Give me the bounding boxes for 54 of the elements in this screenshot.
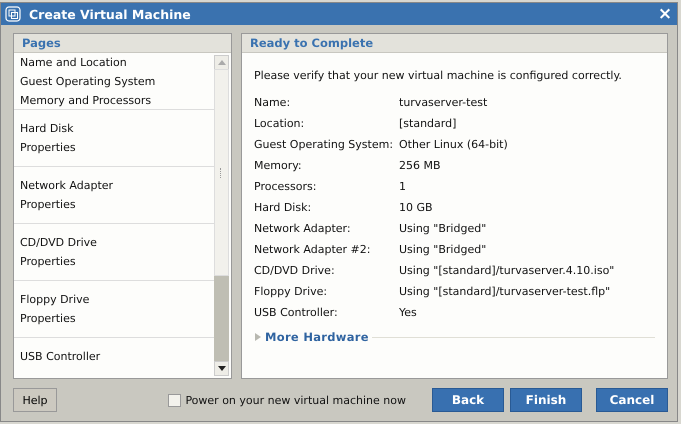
collapsed-triangle-icon	[254, 333, 262, 341]
field-label: Guest Operating System:	[254, 137, 394, 153]
dialog-button[interactable]: Back	[432, 388, 504, 412]
page-item[interactable]: Properties	[20, 252, 214, 271]
field-value: Using "[standard]/turvaserver-test.flp"	[399, 284, 612, 300]
field-label: Network Adapter:	[254, 221, 352, 237]
page-item[interactable]: Name and Location	[20, 53, 214, 72]
field-value: turvaserver-test	[399, 95, 488, 111]
dialog-button[interactable]: Finish	[510, 388, 582, 412]
checkbox-label: Power on your new virtual machine now	[185, 394, 406, 406]
scroll-thumb[interactable]	[214, 69, 229, 276]
field-value: 256 MB	[399, 158, 442, 174]
field-label: CD/DVD Drive:	[254, 263, 336, 279]
field-value: Using "[standard]/turvaserver.4.10.iso"	[399, 263, 616, 279]
page-item[interactable]: Network Adapter	[20, 176, 214, 195]
down-arrow-icon	[218, 366, 226, 371]
field-value: [standard]	[399, 116, 458, 132]
dialog-button[interactable]: Cancel	[596, 388, 668, 412]
field-label: Network Adapter #2:	[254, 242, 372, 258]
window-title: Create Virtual Machine	[29, 6, 192, 22]
page-item[interactable]: Guest Operating System	[20, 72, 214, 91]
page-item[interactable]: Properties	[20, 309, 214, 328]
scroll-down-button[interactable]	[214, 361, 229, 376]
panel-title: Pages	[14, 34, 231, 53]
scrollbar[interactable]	[214, 53, 231, 378]
intro-text: Please verify that your new virtual machine is configured correctly.	[254, 69, 623, 82]
page-item[interactable]: Hard Disk	[20, 119, 214, 138]
page-item[interactable]: Properties	[20, 138, 214, 157]
field-value: Yes	[399, 305, 418, 321]
page-item[interactable]: CD/DVD Drive	[20, 233, 214, 252]
scroll-up-button[interactable]	[214, 55, 229, 69]
field-value: Using "Bridged"	[399, 221, 488, 237]
panel-title: Ready to Complete	[242, 34, 667, 53]
field-label: Memory:	[254, 158, 303, 174]
more-hardware-toggle[interactable]: More Hardware	[254, 330, 369, 344]
field-label: Processors:	[254, 179, 318, 195]
field-label: USB Controller:	[254, 305, 339, 321]
field-value: 10 GB	[399, 200, 434, 216]
window-icon	[5, 6, 21, 22]
field-value: Other Linux (64-bit)	[399, 137, 509, 153]
field-label: Floppy Drive:	[254, 284, 328, 300]
close-button[interactable]: ×	[657, 6, 673, 22]
help-button[interactable]: Help	[13, 388, 57, 412]
field-label: Location:	[254, 116, 306, 132]
page-item[interactable]: Floppy Drive	[20, 290, 214, 309]
checkbox[interactable]	[168, 394, 182, 406]
up-arrow-icon	[218, 60, 226, 65]
field-value: 1	[399, 179, 407, 195]
field-label: Name:	[254, 95, 292, 111]
page-item[interactable]: Properties	[20, 195, 214, 214]
field-value: Using "Bridged"	[399, 242, 488, 258]
page-item[interactable]: Memory and Processors	[20, 91, 214, 110]
field-label: Hard Disk:	[254, 200, 312, 216]
page-item[interactable]: USB Controller	[20, 347, 214, 366]
